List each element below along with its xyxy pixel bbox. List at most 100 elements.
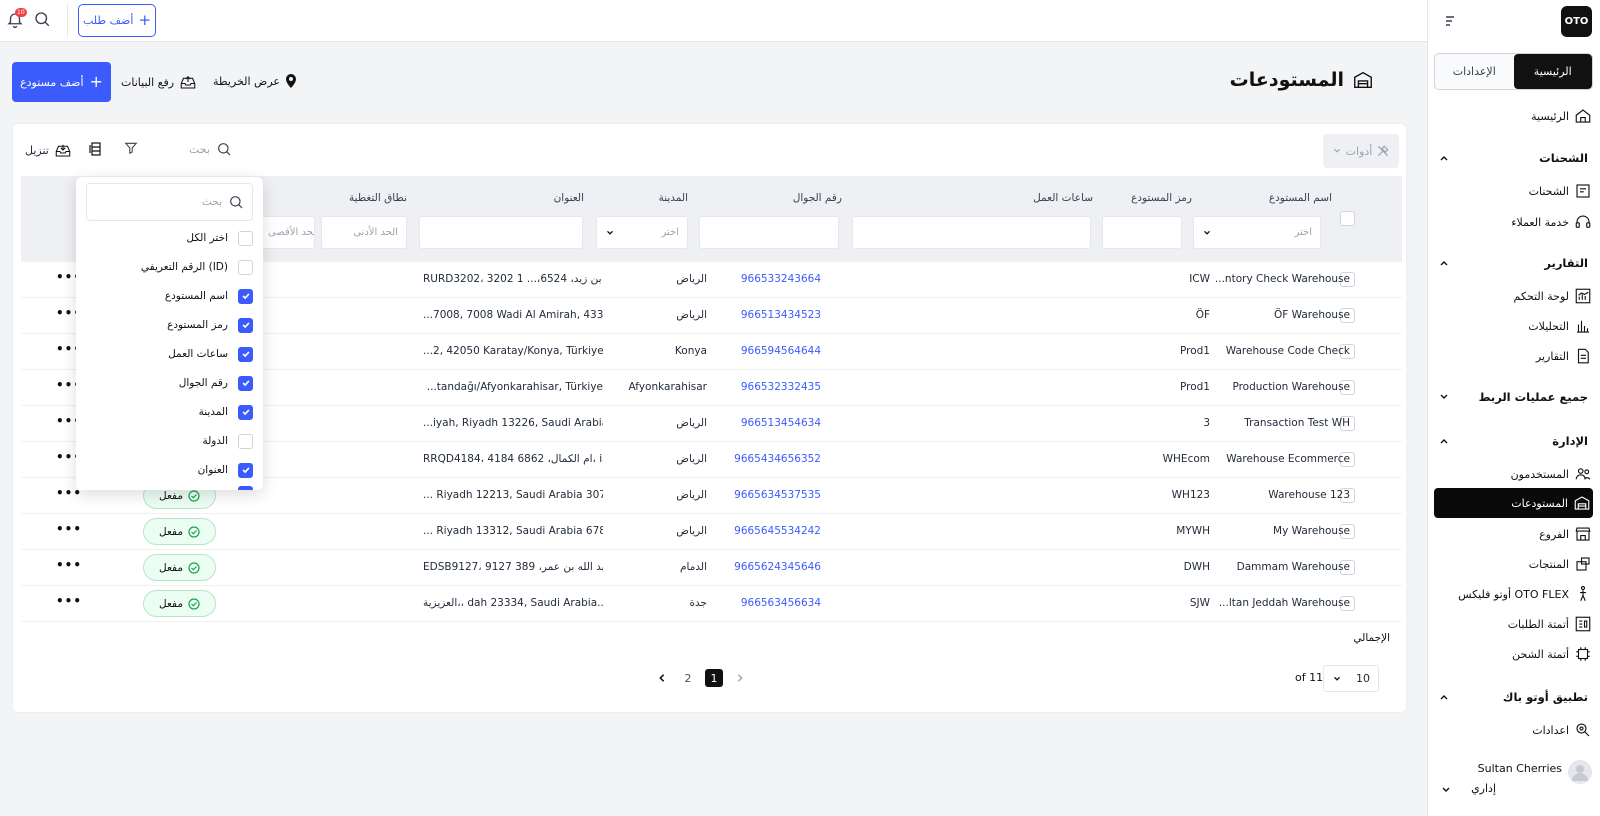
row-actions-menu-icon[interactable]: ••• bbox=[56, 558, 82, 572]
name-filter-select[interactable]: اختر bbox=[1193, 216, 1321, 249]
column-option[interactable]: رقم الجوال bbox=[179, 374, 253, 392]
table-row[interactable]: ...ltan Jeddah Warehouse SJW 966563456634 ج… bbox=[21, 586, 1402, 622]
city-filter-select[interactable]: اختر bbox=[596, 216, 688, 249]
column-checkbox[interactable] bbox=[238, 375, 253, 391]
chevron-down-icon bbox=[1332, 146, 1342, 156]
upload-data-button[interactable]: رفع البيانات bbox=[121, 74, 197, 90]
header-phone: رقم الجوال bbox=[792, 192, 842, 204]
row-actions-menu-icon[interactable]: ••• bbox=[56, 522, 82, 536]
column-checkbox[interactable] bbox=[238, 288, 253, 304]
sidebar-item-users[interactable]: المستخدمون bbox=[1511, 461, 1592, 487]
per-page-select[interactable]: 10 bbox=[1323, 665, 1379, 692]
column-checkbox[interactable] bbox=[238, 462, 253, 478]
hours-filter-input[interactable] bbox=[852, 216, 1091, 249]
column-checkbox[interactable] bbox=[238, 346, 253, 362]
sidebar-item-branches[interactable]: الفروع bbox=[1539, 521, 1592, 547]
column-checkbox[interactable] bbox=[238, 433, 253, 449]
column-checkbox[interactable] bbox=[238, 230, 253, 246]
cell-address: RRQD4184، 4184 ام الكمال، 6862، ia... bbox=[423, 453, 603, 465]
page-2-button[interactable]: 2 bbox=[679, 669, 697, 687]
cell-phone-link[interactable]: 9665634537535 bbox=[734, 489, 821, 501]
sidebar-item-shipping-automation[interactable]: أتمتة الشحن bbox=[1512, 641, 1592, 667]
tab-settings[interactable]: الإعدادات bbox=[1435, 54, 1514, 89]
sidebar-item-customer-service[interactable]: خدمة العملاء bbox=[1511, 209, 1592, 235]
sidebar-item-oto-flex[interactable]: أوتو فليكس OTO FLEX bbox=[1458, 581, 1592, 607]
check-circle-icon bbox=[188, 489, 200, 502]
chevron-up-icon bbox=[1438, 691, 1450, 703]
cell-phone-link[interactable]: 966513454634 bbox=[741, 417, 821, 429]
cell-phone-link[interactable]: 9665645534242 bbox=[734, 525, 821, 537]
sidebar-item-analytics[interactable]: التحليلات bbox=[1528, 313, 1592, 339]
cell-warehouse-name: Dammam Warehouse bbox=[1236, 561, 1350, 573]
sidebar-section-management[interactable]: الإدارة bbox=[1438, 430, 1588, 452]
column-option[interactable]: المدينة bbox=[199, 403, 253, 421]
code-filter-input[interactable] bbox=[1102, 216, 1182, 249]
column-option[interactable]: الدولة bbox=[202, 432, 253, 450]
search-placeholder: بحث bbox=[189, 142, 210, 156]
coverage-max-input[interactable]: الحد الأقصى bbox=[259, 216, 315, 249]
column-option[interactable]: رمز المستودع bbox=[167, 316, 253, 334]
prev-page-icon[interactable] bbox=[653, 669, 671, 687]
sidebar-item-order-automation[interactable]: أتمتة الطلبات bbox=[1508, 611, 1592, 637]
cell-address: ...2, 42050 Karatay/Konya, Türkiye bbox=[423, 345, 603, 357]
table-row[interactable]: My Warehouse MYWH 9665645534242 الرياض ... R… bbox=[21, 514, 1402, 550]
cell-phone-link[interactable]: 9665624345646 bbox=[734, 561, 821, 573]
column-option[interactable]: العنوان bbox=[198, 461, 253, 479]
address-filter-input[interactable] bbox=[419, 216, 583, 249]
cell-phone-link[interactable]: 966533243664 bbox=[741, 273, 821, 285]
tools-dropdown-button[interactable]: أدوات bbox=[1323, 134, 1399, 168]
sidebar-section-integrations[interactable]: جميع عمليات الربط bbox=[1438, 386, 1588, 408]
tab-home[interactable]: الرئيسية bbox=[1513, 54, 1592, 89]
column-option[interactable]: الرقم التعريفي (ID) bbox=[141, 258, 253, 276]
column-option[interactable]: اسم المستودع bbox=[165, 287, 253, 305]
status-badge: مفعل bbox=[143, 554, 216, 581]
column-checkbox[interactable] bbox=[238, 259, 253, 275]
column-checkbox[interactable] bbox=[238, 486, 253, 490]
sidebar-item-warehouses[interactable]: المستودعات bbox=[1434, 488, 1593, 518]
sidebar-section-otopack[interactable]: تطبيق أوتو باك bbox=[1438, 686, 1588, 708]
user-profile[interactable]: Sultan Cherries إداري bbox=[1434, 760, 1594, 806]
coverage-min-input[interactable]: الحد الأدنى bbox=[321, 216, 407, 249]
column-option[interactable]: ساعات العمل bbox=[168, 345, 253, 363]
column-checkbox[interactable] bbox=[238, 404, 253, 420]
sidebar-item-shipments[interactable]: الشحنات bbox=[1529, 178, 1592, 204]
sidebar-item-reports[interactable]: التقارير bbox=[1536, 343, 1592, 369]
search-icon[interactable] bbox=[33, 10, 51, 28]
cell-phone-link[interactable]: 966594564644 bbox=[741, 345, 821, 357]
collapse-sidebar-icon[interactable] bbox=[1442, 13, 1458, 29]
download-button[interactable]: تنزيل bbox=[25, 142, 72, 158]
sidebar-item-home[interactable]: الرئيسية bbox=[1531, 103, 1592, 129]
oto-logo[interactable]: OTO bbox=[1561, 6, 1592, 37]
next-page-icon[interactable] bbox=[731, 669, 749, 687]
page-1-button[interactable]: 1 bbox=[705, 669, 723, 687]
row-actions-menu-icon[interactable]: ••• bbox=[56, 594, 82, 608]
column-checkbox[interactable] bbox=[238, 317, 253, 333]
cell-phone-link[interactable]: 9665434656352 bbox=[734, 453, 821, 465]
sidebar-item-label: الفروع bbox=[1539, 527, 1569, 541]
sidebar-item-otopack-settings[interactable]: اعدادات bbox=[1532, 717, 1592, 743]
header-city: المدينة bbox=[658, 192, 688, 204]
cell-warehouse-name: ...ltan Jeddah Warehouse bbox=[1218, 597, 1350, 609]
sidebar-item-products[interactable]: المنتجات bbox=[1529, 551, 1592, 577]
cell-phone-link[interactable]: 966563456634 bbox=[741, 597, 821, 609]
sidebar-item-dashboard[interactable]: لوحة التحكم bbox=[1514, 283, 1592, 309]
map-view-button[interactable]: عرض الخريطة bbox=[213, 74, 297, 88]
cell-phone-link[interactable]: 966532332435 bbox=[741, 381, 821, 393]
cell-phone-link[interactable]: 966513434523 bbox=[741, 309, 821, 321]
add-warehouse-button[interactable]: أضف مستودع + bbox=[12, 62, 111, 102]
cell-warehouse-name: Warehouse Ecommerce bbox=[1226, 453, 1350, 465]
column-option-label: ساعات العمل bbox=[168, 348, 228, 360]
column-option[interactable]: اختر الكل bbox=[186, 229, 253, 247]
sidebar-section-reports[interactable]: التقارير bbox=[1438, 252, 1588, 274]
column-search-input[interactable]: بحث bbox=[86, 183, 253, 221]
notification-bell-icon[interactable]: 10 bbox=[6, 8, 27, 29]
table-search[interactable]: بحث bbox=[189, 138, 239, 160]
add-order-button[interactable]: أضف طلب + bbox=[78, 4, 156, 37]
phone-filter-input[interactable] bbox=[699, 216, 839, 249]
select-all-checkbox[interactable] bbox=[1340, 211, 1355, 226]
filter-icon[interactable] bbox=[124, 141, 138, 155]
sidebar: OTO الرئيسية الإعدادات الرئيسية الشحنات … bbox=[1427, 0, 1600, 816]
sidebar-section-shipments[interactable]: الشحنات bbox=[1438, 147, 1588, 169]
table-row[interactable]: Dammam Warehouse DWH 9665624345646 الدمام ED… bbox=[21, 550, 1402, 586]
columns-settings-icon[interactable] bbox=[89, 141, 103, 157]
